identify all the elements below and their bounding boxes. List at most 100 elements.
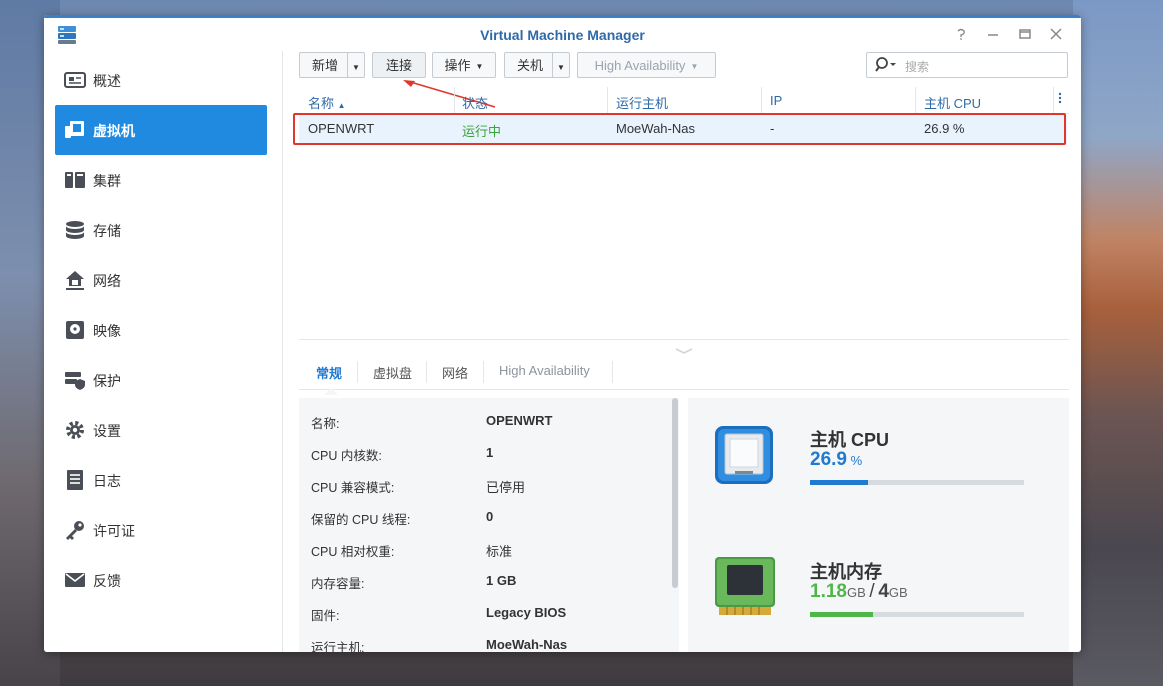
properties-scrollbar[interactable] bbox=[672, 398, 678, 588]
memory-used-unit: GB bbox=[846, 585, 866, 600]
column-menu-icon[interactable] bbox=[1058, 91, 1062, 108]
shutdown-button-label: 关机 bbox=[516, 58, 543, 73]
shutdown-dropdown-button[interactable]: ▼ bbox=[552, 52, 570, 78]
log-icon bbox=[64, 469, 86, 491]
sidebar-item-network[interactable]: 网络 bbox=[55, 255, 267, 305]
tab-high-availability[interactable]: High Availability bbox=[499, 363, 590, 378]
tab-general[interactable]: 常规 bbox=[316, 363, 342, 382]
sidebar-item-label: 存储 bbox=[93, 223, 121, 239]
property-label: 保留的 CPU 线程: bbox=[311, 513, 411, 527]
sidebar-item-label: 虚拟机 bbox=[93, 123, 135, 139]
table-header: 名称 ▲ 状态 运行主机 IP 主机 CPU bbox=[299, 87, 1069, 114]
help-icon[interactable] bbox=[954, 27, 968, 41]
sidebar-item-storage[interactable]: 存储 bbox=[55, 205, 267, 255]
high-availability-button[interactable]: High Availability ▼ bbox=[577, 52, 716, 78]
sidebar-item-label: 反馈 bbox=[93, 573, 121, 589]
sidebar-item-label: 网络 bbox=[93, 273, 121, 289]
vm-table: 名称 ▲ 状态 运行主机 IP 主机 CPU OPENWRT 运行中 MoeWa… bbox=[293, 87, 1069, 145]
action-button[interactable]: 操作 ▼ bbox=[432, 52, 496, 78]
property-label: 内存容量: bbox=[311, 577, 365, 591]
minimize-icon[interactable] bbox=[986, 27, 1000, 41]
column-header-name[interactable]: 名称 ▲ bbox=[308, 93, 346, 112]
network-icon bbox=[64, 269, 86, 291]
detail-tabs: 常规 虚拟盘 网络 High Availability bbox=[299, 357, 1069, 395]
search-input[interactable]: 搜索 bbox=[866, 52, 1068, 78]
column-header-host[interactable]: 运行主机 bbox=[616, 93, 668, 112]
column-separator bbox=[607, 87, 608, 113]
sidebar-item-image[interactable]: 映像 bbox=[55, 305, 267, 355]
column-header-status[interactable]: 状态 bbox=[462, 93, 488, 112]
property-value: 标准 bbox=[486, 544, 513, 559]
cpu-chip-icon bbox=[713, 424, 775, 491]
tab-separator bbox=[612, 361, 613, 383]
title-bar[interactable]: Virtual Machine Manager bbox=[44, 15, 1081, 54]
sidebar-item-overview[interactable]: 概述 bbox=[55, 55, 267, 105]
chevron-down-icon: ▼ bbox=[475, 61, 484, 71]
create-button[interactable]: 新增 bbox=[299, 52, 351, 78]
overview-icon bbox=[64, 69, 86, 91]
splitter-handle-icon bbox=[674, 342, 694, 357]
cpu-usage-bar-fill bbox=[810, 480, 868, 485]
maximize-icon[interactable] bbox=[1018, 27, 1032, 41]
memory-usage: 1.18GB / 4GB bbox=[810, 581, 908, 603]
property-value: 1 bbox=[486, 445, 494, 460]
property-label: 名称: bbox=[311, 417, 340, 431]
memory-used-value: 1.18 bbox=[810, 581, 847, 602]
sidebar-item-label: 保护 bbox=[93, 373, 121, 389]
chevron-down-icon: ▼ bbox=[557, 63, 565, 72]
connect-button[interactable]: 连接 bbox=[372, 52, 426, 78]
property-label: CPU 相对权重: bbox=[311, 545, 395, 559]
gear-icon bbox=[64, 419, 86, 441]
sidebar-item-label: 设置 bbox=[93, 423, 121, 439]
property-label: 固件: bbox=[311, 609, 340, 623]
sidebar: 概述 虚拟机 集群 存储 网络 映像 保护 设置 日志 许可证 反馈 bbox=[44, 51, 283, 652]
column-header-cpu[interactable]: 主机 CPU bbox=[924, 93, 981, 112]
app-window: Virtual Machine Manager 概述 虚拟机 集群 存储 网络 … bbox=[44, 15, 1081, 652]
connect-button-label: 连接 bbox=[385, 58, 412, 73]
protection-icon bbox=[64, 369, 86, 391]
column-separator bbox=[454, 87, 455, 113]
tab-separator bbox=[357, 361, 358, 383]
close-icon[interactable] bbox=[1049, 27, 1063, 41]
sidebar-item-virtual-machine[interactable]: 虚拟机 bbox=[55, 105, 267, 155]
properties-panel: 名称: OPENWRT CPU 内核数: 1 CPU 兼容模式: 已停用 保留的… bbox=[299, 398, 679, 652]
active-tab-pointer bbox=[324, 383, 338, 398]
action-button-label: 操作 bbox=[444, 58, 471, 73]
tab-virtual-disk[interactable]: 虚拟盘 bbox=[373, 363, 412, 382]
sidebar-item-feedback[interactable]: 反馈 bbox=[55, 555, 267, 605]
create-dropdown-button[interactable]: ▼ bbox=[347, 52, 365, 78]
sidebar-item-label: 许可证 bbox=[93, 523, 135, 539]
column-separator bbox=[761, 87, 762, 113]
resource-panel: 主机 CPU 26.9 % 主机内存 1.18GB / 4GB bbox=[688, 398, 1069, 652]
shutdown-button[interactable]: 关机 bbox=[504, 52, 556, 78]
tab-separator bbox=[426, 361, 427, 383]
sidebar-item-log[interactable]: 日志 bbox=[55, 455, 267, 505]
chevron-down-icon: ▼ bbox=[690, 61, 699, 71]
main-panel: 新增 ▼ 连接 操作 ▼ 关机 ▼ High Availability ▼ 搜索 名… bbox=[283, 51, 1081, 652]
panel-splitter[interactable] bbox=[299, 339, 1069, 354]
cpu-usage-unit: % bbox=[850, 453, 863, 468]
tab-separator bbox=[483, 361, 484, 383]
property-value: 已停用 bbox=[486, 480, 526, 495]
cpu-usage-value: 26.9 bbox=[810, 449, 847, 470]
sidebar-item-cluster[interactable]: 集群 bbox=[55, 155, 267, 205]
column-separator bbox=[915, 87, 916, 113]
desktop-background-right bbox=[1073, 0, 1163, 686]
sidebar-item-protection[interactable]: 保护 bbox=[55, 355, 267, 405]
memory-icon bbox=[713, 555, 777, 620]
sidebar-item-settings[interactable]: 设置 bbox=[55, 405, 267, 455]
memory-usage-bar-fill bbox=[810, 612, 874, 617]
memory-separator: / bbox=[869, 581, 875, 602]
sidebar-item-license[interactable]: 许可证 bbox=[55, 505, 267, 555]
column-header-label: 名称 bbox=[308, 96, 335, 111]
property-label: CPU 兼容模式: bbox=[311, 481, 395, 495]
property-label: 运行主机: bbox=[311, 641, 365, 652]
cluster-icon bbox=[64, 169, 86, 191]
column-header-ip[interactable]: IP bbox=[770, 93, 782, 108]
tab-network[interactable]: 网络 bbox=[442, 363, 468, 382]
sidebar-item-label: 映像 bbox=[93, 323, 121, 339]
window-title: Virtual Machine Manager bbox=[480, 27, 645, 43]
chevron-down-icon: ▼ bbox=[352, 63, 360, 72]
key-icon bbox=[64, 519, 86, 541]
sort-asc-icon: ▲ bbox=[337, 101, 346, 110]
